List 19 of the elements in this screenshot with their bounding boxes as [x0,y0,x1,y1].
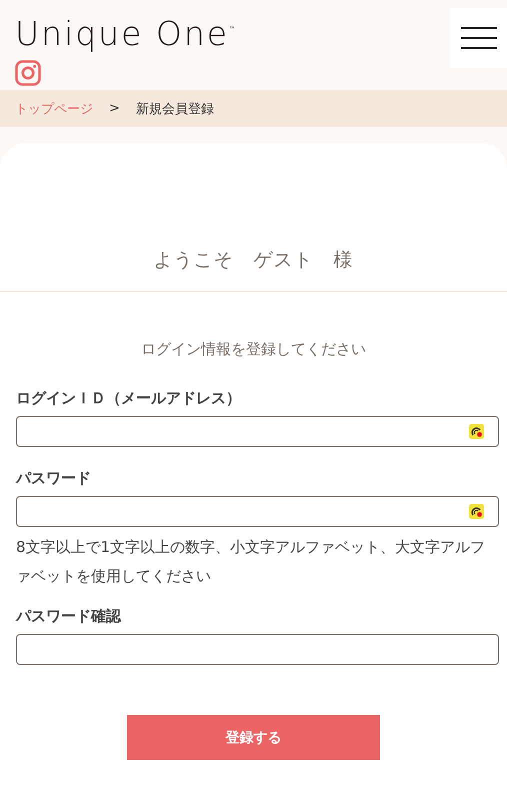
field-label: パスワード [16,469,92,488]
input-field[interactable] [16,634,499,665]
autofill-icon[interactable] [469,504,484,519]
field-label: パスワード確認 [16,607,122,626]
breadcrumb-link[interactable]: トップページ [15,100,93,118]
input-field[interactable] [16,496,499,527]
field-label: ログインＩＤ（メールアドレス） [16,389,242,408]
breadcrumb-text: > [109,101,120,116]
menu-button[interactable] [450,8,507,68]
menu-icon [460,26,496,50]
intro-text: ログイン情報を登録してください [140,340,367,359]
welcome-text: ようこそ ゲスト 様 [152,248,354,273]
hint-text: 8文字以上で1文字以上の数字、小文字アルファベット、大文字アルファベットを使用してください [16,537,486,587]
breadcrumb-text: 新規会員登録 [136,100,214,118]
instagram-icon[interactable] [15,60,41,86]
brand-logo[interactable]: Unique One [15,14,230,54]
autofill-icon[interactable] [469,424,484,439]
register-button[interactable]: 登録する [127,715,380,760]
input-field[interactable] [16,416,499,447]
